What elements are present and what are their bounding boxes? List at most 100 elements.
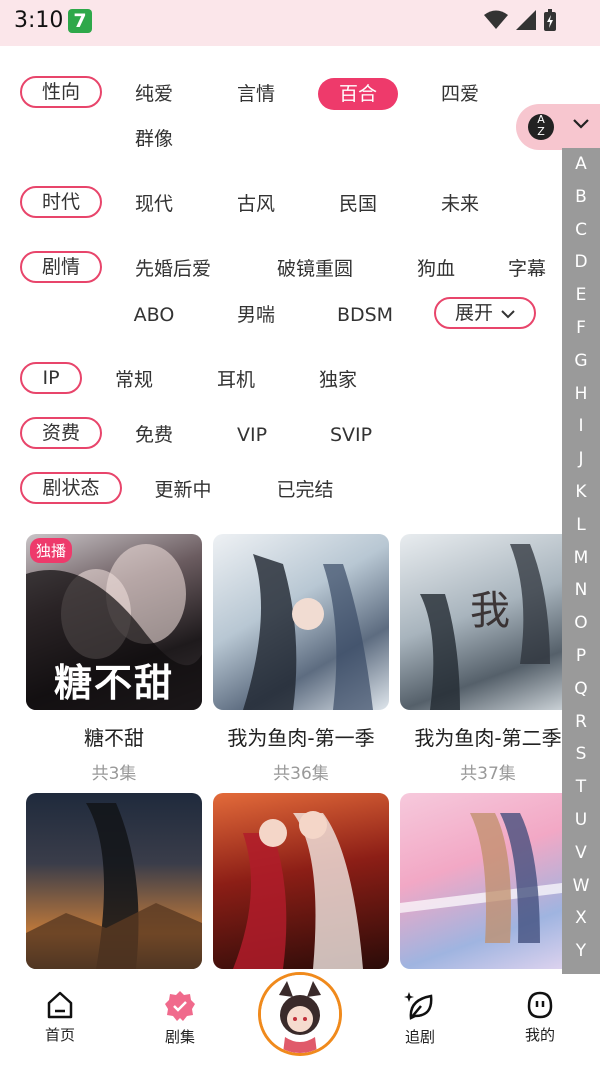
alphabet-index-letter[interactable]: K: [562, 476, 600, 509]
filter-row-state: 剧状态 更新中 已完结: [0, 472, 520, 512]
alphabet-index-letter[interactable]: O: [562, 607, 600, 640]
filter-label-era[interactable]: 时代: [20, 186, 102, 218]
alphabet-index-bar[interactable]: ABCDEFGHIJKLMNOPQRSTUVWXY: [562, 148, 600, 974]
filter-option[interactable]: 纯爱: [124, 78, 184, 110]
poster-art: [26, 803, 202, 969]
alphabet-index-letter[interactable]: W: [562, 870, 600, 903]
cell-signal-icon: [516, 10, 536, 30]
filter-option[interactable]: ABO: [124, 299, 184, 331]
series-card[interactable]: [400, 793, 562, 969]
tab-mine[interactable]: 我的: [500, 990, 580, 1045]
sort-toggle-button[interactable]: AZ: [516, 104, 600, 150]
filter-option[interactable]: VIP: [226, 419, 278, 451]
filter-option[interactable]: 耳机: [206, 364, 266, 396]
tab-follow-label: 追剧: [404, 1028, 435, 1046]
episode-count: 共36集: [273, 764, 329, 784]
series-card[interactable]: 我为鱼肉-第一季 共36集: [213, 534, 389, 784]
alphabet-index-letter[interactable]: J: [562, 443, 600, 476]
battery-icon: [544, 9, 556, 31]
alphabet-index-letter[interactable]: D: [562, 246, 600, 279]
filter-option[interactable]: 男喘: [226, 299, 286, 331]
filter-option[interactable]: 已完结: [266, 474, 344, 506]
filter-row-ip: IP 常规 耳机 独家: [0, 362, 520, 402]
alphabet-index-letter[interactable]: U: [562, 804, 600, 837]
app-notification-icon: 7: [68, 9, 92, 33]
badge-check-icon: [165, 991, 195, 1021]
series-poster: [400, 793, 562, 969]
filter-option[interactable]: 民国: [328, 188, 388, 220]
alphabet-index-letter[interactable]: X: [562, 902, 600, 935]
alphabet-index-letter[interactable]: V: [562, 837, 600, 870]
series-poster: [26, 793, 202, 969]
tab-home-label: 首页: [44, 1026, 75, 1044]
poster-art: [400, 813, 562, 943]
tab-follow[interactable]: 追剧: [380, 990, 460, 1047]
series-card[interactable]: [26, 793, 202, 969]
alphabet-index-letter[interactable]: P: [562, 640, 600, 673]
filter-option[interactable]: 更新中: [144, 474, 222, 506]
chevron-down-icon: [573, 119, 589, 129]
alphabet-index-letter[interactable]: G: [562, 345, 600, 378]
filter-option-selected[interactable]: 百合: [318, 78, 398, 110]
filter-option[interactable]: 字幕: [508, 253, 562, 285]
filter-option[interactable]: 现代: [124, 188, 184, 220]
filter-option[interactable]: 未来: [430, 188, 490, 220]
poster-art: [243, 554, 373, 710]
filter-option[interactable]: 常规: [104, 364, 164, 396]
status-time: 3:10: [14, 8, 64, 33]
filter-option[interactable]: 言情: [226, 78, 286, 110]
tab-series[interactable]: 剧集: [140, 990, 220, 1047]
filter-option[interactable]: 独家: [308, 364, 368, 396]
center-avatar-button[interactable]: [258, 972, 342, 1056]
filter-option[interactable]: 古风: [226, 188, 286, 220]
series-card[interactable]: [213, 793, 389, 969]
alphabet-index-letter[interactable]: F: [562, 312, 600, 345]
poster-art: 我: [420, 544, 550, 710]
alphabet-index-letter[interactable]: N: [562, 574, 600, 607]
filter-label-state[interactable]: 剧状态: [20, 472, 122, 504]
series-card[interactable]: 独播 糖不甜 糖不甜 共3集: [26, 534, 202, 784]
filter-label-ip[interactable]: IP: [20, 362, 82, 394]
alphabet-index-letter[interactable]: Q: [562, 673, 600, 706]
expand-button[interactable]: 展开: [434, 297, 536, 329]
filter-row-era: 时代 现代 古风 民国 未来: [0, 186, 520, 226]
chevron-down-icon: [501, 309, 515, 318]
alphabet-index-letter[interactable]: C: [562, 214, 600, 247]
tab-series-label: 剧集: [164, 1028, 195, 1046]
expand-label: 展开: [454, 302, 493, 324]
episode-count: 共3集: [91, 764, 137, 784]
filter-option[interactable]: 免费: [124, 419, 184, 451]
filter-option[interactable]: 群像: [124, 123, 184, 155]
filter-label-plot[interactable]: 剧情: [20, 251, 102, 283]
alphabet-index-letter[interactable]: M: [562, 542, 600, 575]
alphabet-index-letter[interactable]: A: [562, 148, 600, 181]
series-card[interactable]: 我 我为鱼肉-第二季 共37集: [400, 534, 562, 784]
filter-option[interactable]: 破镜重圆: [266, 253, 364, 285]
series-title: 我为鱼肉-第二季: [414, 726, 562, 750]
wifi-icon: [484, 10, 508, 29]
filter-option[interactable]: 四爱: [430, 78, 490, 110]
series-title: 糖不甜: [84, 726, 144, 750]
az-sort-icon: AZ: [528, 114, 554, 140]
alphabet-index-letter[interactable]: H: [562, 378, 600, 411]
poster-title-text: 糖不甜: [53, 661, 174, 705]
alphabet-index-letter[interactable]: B: [562, 181, 600, 214]
status-bar: 3:10 7: [0, 0, 600, 46]
tab-home[interactable]: 首页: [20, 990, 100, 1045]
filter-option[interactable]: 狗血: [406, 253, 466, 285]
filter-option[interactable]: SVIP: [320, 419, 382, 451]
alphabet-index-letter[interactable]: Y: [562, 935, 600, 968]
alphabet-index-letter[interactable]: E: [562, 279, 600, 312]
alphabet-index-letter[interactable]: I: [562, 410, 600, 443]
episode-count: 共37集: [460, 764, 516, 784]
filter-row-plot: 剧情 先婚后爱 破镜重圆 狗血 字幕 ABO 男喘 BDSM 展开: [0, 251, 562, 335]
filter-label-genre[interactable]: 性向: [20, 76, 102, 108]
filter-option[interactable]: 先婚后爱: [124, 253, 222, 285]
alphabet-index-letter[interactable]: L: [562, 509, 600, 542]
filter-row-genre: 性向 纯爱 言情 百合 四爱 群像: [0, 76, 520, 156]
series-poster: [213, 793, 389, 969]
series-poster: 我: [400, 534, 562, 710]
filter-label-fee[interactable]: 资费: [20, 417, 102, 449]
exclusive-badge: 独播: [30, 538, 73, 563]
filter-option[interactable]: BDSM: [328, 299, 402, 331]
